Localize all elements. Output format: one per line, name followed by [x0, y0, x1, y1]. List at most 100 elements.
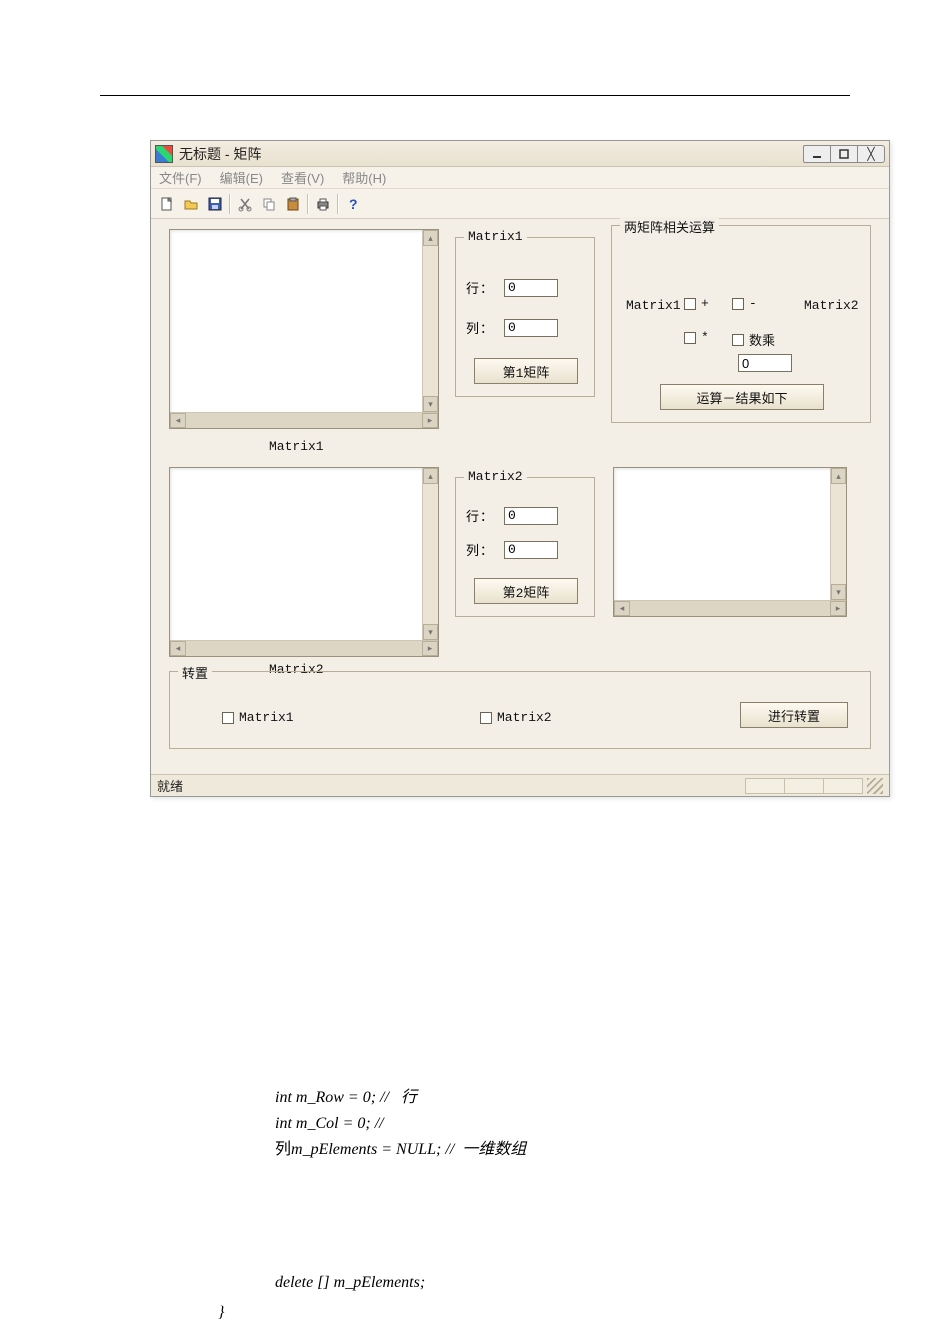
- maximize-icon: [839, 149, 849, 159]
- save-icon: [207, 196, 223, 212]
- plus-icon: +: [701, 296, 709, 311]
- statusbar-well: [745, 778, 785, 794]
- scroll-left-icon[interactable]: ◂: [614, 601, 630, 616]
- client-area: ▴ ▾ ◂ ▸ Matrix1 Matrix1 行： 列： 第1矩阵 两矩阵相: [151, 219, 889, 774]
- statusbar-wells: [746, 778, 863, 794]
- copy-button[interactable]: [257, 192, 281, 216]
- open-button[interactable]: [179, 192, 203, 216]
- copy-icon: [261, 196, 277, 212]
- ops-mul-checkbox[interactable]: [684, 332, 696, 344]
- transpose-chk-matrix2-label: Matrix2: [497, 710, 552, 725]
- result-vscroll[interactable]: ▴ ▾: [830, 468, 846, 600]
- menu-view[interactable]: 查看(V): [277, 168, 328, 187]
- ops-scalar-label: 数乘: [749, 330, 775, 349]
- ops-left-label: Matrix1: [626, 298, 681, 313]
- result-hscroll[interactable]: ◂ ▸: [614, 600, 846, 616]
- matrix1-button[interactable]: 第1矩阵: [474, 358, 578, 384]
- menu-file[interactable]: 文件(F): [155, 168, 206, 187]
- scroll-up-icon[interactable]: ▴: [423, 468, 438, 484]
- minimize-icon: [812, 149, 822, 159]
- code-snippet-3: }: [218, 1300, 224, 1326]
- statusbar-well: [784, 778, 824, 794]
- matrix1-col-label: 列：: [466, 318, 494, 337]
- matrix1-caption: Matrix1: [269, 439, 324, 454]
- ops-minus-checkbox[interactable]: [732, 298, 744, 310]
- scroll-left-icon[interactable]: ◂: [170, 413, 186, 428]
- menubar: 文件(F) 编辑(E) 查看(V) 帮助(H): [151, 167, 889, 189]
- toolbar-separator: [307, 194, 309, 214]
- svg-text:?: ?: [349, 196, 358, 212]
- minus-icon: -: [749, 296, 757, 311]
- scroll-right-icon[interactable]: ▸: [830, 601, 846, 616]
- menu-edit[interactable]: 编辑(E): [216, 168, 267, 187]
- close-button[interactable]: ╳: [857, 145, 885, 163]
- statusbar-text: 就绪: [157, 776, 183, 795]
- code-snippet-2: delete [] m_pElements;: [275, 1270, 425, 1296]
- transpose-chk-matrix2[interactable]: [480, 712, 492, 724]
- ops-right-label: Matrix2: [804, 298, 859, 313]
- print-button[interactable]: [311, 192, 335, 216]
- toolbar: ?: [151, 189, 889, 219]
- paste-button[interactable]: [281, 192, 305, 216]
- matrix2-button[interactable]: 第2矩阵: [474, 578, 578, 604]
- help-button[interactable]: ?: [341, 192, 365, 216]
- matrix2-group-label: Matrix2: [464, 469, 527, 484]
- transpose-group: 转置 Matrix1 Matrix2 进行转置: [169, 671, 871, 749]
- matrix1-group: Matrix1 行： 列： 第1矩阵: [455, 237, 595, 397]
- toolbar-separator: [337, 194, 339, 214]
- scroll-down-icon[interactable]: ▾: [831, 584, 846, 600]
- matrix1-col-input[interactable]: [504, 319, 558, 337]
- matrix2-pane[interactable]: ▴ ▾ ◂ ▸: [169, 467, 439, 657]
- open-folder-icon: [183, 196, 199, 212]
- transpose-button[interactable]: 进行转置: [740, 702, 848, 728]
- ops-group: 两矩阵相关运算 Matrix1 + - Matrix2 * 数乘: [611, 225, 871, 423]
- scroll-down-icon[interactable]: ▾: [423, 624, 438, 640]
- scroll-up-icon[interactable]: ▴: [831, 468, 846, 484]
- menu-help[interactable]: 帮助(H): [338, 168, 390, 187]
- statusbar: 就绪: [151, 774, 889, 796]
- matrix2-row-label: 行：: [466, 506, 494, 525]
- statusbar-well: [823, 778, 863, 794]
- matrix1-vscroll[interactable]: ▴ ▾: [422, 230, 438, 412]
- maximize-button[interactable]: [830, 145, 858, 163]
- print-icon: [315, 196, 331, 212]
- matrix1-group-label: Matrix1: [464, 229, 527, 244]
- titlebar: 无标题 - 矩阵 ╳: [151, 141, 889, 167]
- scroll-left-icon[interactable]: ◂: [170, 641, 186, 656]
- matrix2-row-input[interactable]: [504, 507, 558, 525]
- new-file-icon: [159, 196, 175, 212]
- new-button[interactable]: [155, 192, 179, 216]
- scroll-right-icon[interactable]: ▸: [422, 641, 438, 656]
- matrix1-hscroll[interactable]: ◂ ▸: [170, 412, 438, 428]
- matrix2-col-label: 列：: [466, 540, 494, 559]
- matrix1-row-label: 行：: [466, 278, 494, 297]
- matrix2-hscroll[interactable]: ◂ ▸: [170, 640, 438, 656]
- toolbar-separator: [229, 194, 231, 214]
- ops-scalar-input[interactable]: [738, 354, 792, 372]
- minimize-button[interactable]: [803, 145, 831, 163]
- ops-plus-checkbox[interactable]: [684, 298, 696, 310]
- save-button[interactable]: [203, 192, 227, 216]
- code-snippet-1: int m_Row = 0; // 行 int m_Col = 0; // 列m…: [275, 1085, 526, 1163]
- caption-buttons: ╳: [804, 145, 885, 163]
- cut-icon: [237, 196, 253, 212]
- ops-group-label: 两矩阵相关运算: [620, 217, 719, 236]
- scroll-right-icon[interactable]: ▸: [422, 413, 438, 428]
- cut-button[interactable]: [233, 192, 257, 216]
- matrix1-pane[interactable]: ▴ ▾ ◂ ▸: [169, 229, 439, 429]
- matrix1-row-input[interactable]: [504, 279, 558, 297]
- scroll-up-icon[interactable]: ▴: [423, 230, 438, 246]
- matrix2-vscroll[interactable]: ▴ ▾: [422, 468, 438, 640]
- resize-grip-icon[interactable]: [867, 778, 883, 794]
- matrix2-group: Matrix2 行： 列： 第2矩阵: [455, 477, 595, 617]
- matrix2-col-input[interactable]: [504, 541, 558, 559]
- result-pane[interactable]: ▴ ▾ ◂ ▸: [613, 467, 847, 617]
- ops-result-button[interactable]: 运算－结果如下: [660, 384, 824, 410]
- transpose-chk-matrix1[interactable]: [222, 712, 234, 724]
- scroll-down-icon[interactable]: ▾: [423, 396, 438, 412]
- app-icon: [155, 145, 173, 163]
- transpose-group-label: 转置: [178, 663, 212, 682]
- help-icon: ?: [345, 196, 361, 212]
- paste-icon: [285, 196, 301, 212]
- ops-scalar-checkbox[interactable]: [732, 334, 744, 346]
